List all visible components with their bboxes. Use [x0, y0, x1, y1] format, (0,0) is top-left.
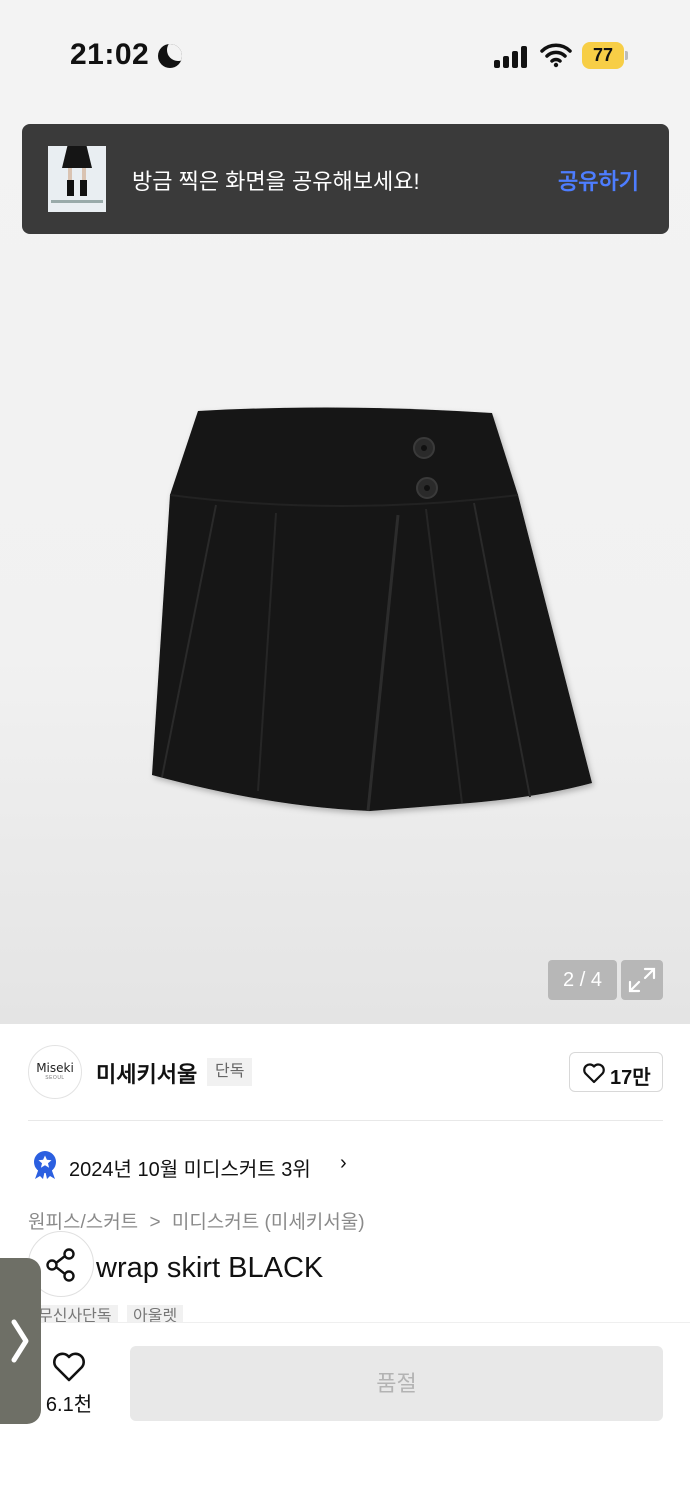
expand-icon: [628, 967, 656, 993]
chevron-right-handle-icon: [11, 1319, 29, 1363]
heart-icon: [583, 1063, 605, 1084]
wifi-icon: [540, 43, 572, 68]
brand-exclusive-tag: 단독: [207, 1058, 253, 1086]
wishlist-count: 6.1천: [45, 1394, 93, 1416]
toast-message: 방금 찍은 화면을 공유해보세요!: [132, 169, 420, 194]
breadcrumb-separator: >: [149, 1212, 161, 1233]
divider: [28, 1120, 663, 1121]
brand-logo[interactable]: Miseki SEOUL: [28, 1045, 82, 1099]
ranking-badge-icon: [34, 1151, 56, 1179]
product-image: [152, 407, 592, 812]
expand-image-button[interactable]: [621, 960, 663, 1000]
breadcrumb-subcategory[interactable]: 미디스커트 (미세키서울): [172, 1212, 365, 1233]
side-panel-handle[interactable]: [0, 1258, 41, 1424]
share-now-button[interactable]: 공유하기: [558, 164, 639, 196]
signal-icon: [494, 44, 528, 68]
battery-icon: 77: [582, 42, 628, 69]
share-toast: 방금 찍은 화면을 공유해보세요! 공유하기: [22, 124, 669, 234]
screenshot-thumbnail[interactable]: [48, 146, 106, 212]
moon-icon: [158, 44, 182, 68]
brand-like-button[interactable]: 17만: [569, 1052, 663, 1092]
breadcrumb: 원피스/스커트 > 미디스커트 (미세키서울): [28, 1207, 365, 1234]
product-image-gallery[interactable]: [0, 110, 690, 1024]
wishlist-button[interactable]: 6.1천: [40, 1348, 98, 1418]
brand-like-count: 17만: [610, 1067, 651, 1089]
image-counter: 2 / 4: [548, 960, 617, 1000]
ranking-link[interactable]: 2024년 10월 미디스커트 3위: [69, 1153, 311, 1182]
share-icon: [46, 1248, 75, 1282]
status-bar: 21:02 77: [0, 0, 690, 110]
breadcrumb-category[interactable]: 원피스/스커트: [28, 1212, 138, 1233]
product-title: wrap skirt BLACK: [96, 1252, 324, 1284]
chevron-right-icon: ›: [340, 1152, 347, 1174]
brand-name[interactable]: 미세키서울: [96, 1057, 197, 1089]
status-time: 21:02: [70, 38, 150, 71]
sold-out-button[interactable]: 품절: [130, 1346, 663, 1421]
battery-level: 77: [582, 42, 624, 69]
heart-icon: [53, 1352, 85, 1382]
